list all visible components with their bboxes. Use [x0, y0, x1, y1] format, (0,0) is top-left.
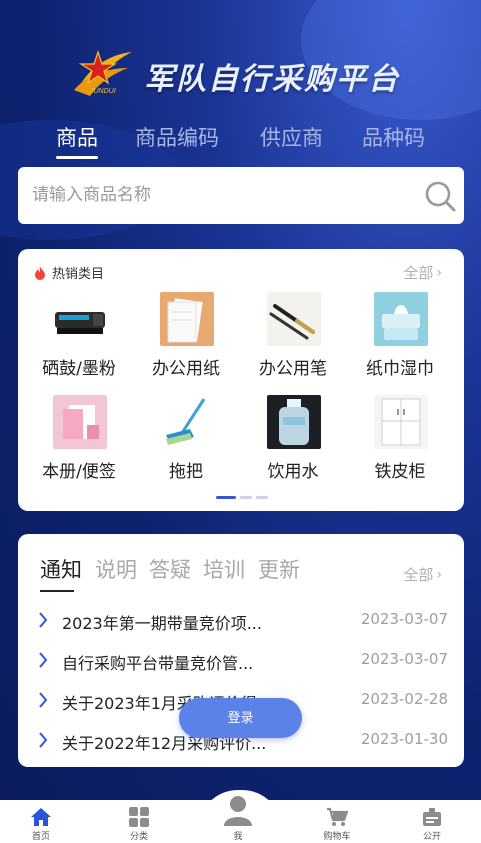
tab-variety-code[interactable]: 品种码: [362, 122, 425, 152]
bottom-nav: 首页 分类 我 购物车 公开: [0, 790, 481, 843]
grid-icon: [129, 807, 149, 827]
category-label: 拖把: [169, 462, 203, 482]
notice-tab-update[interactable]: 更新: [258, 554, 300, 584]
category-label: 硒鼓/墨粉: [42, 359, 116, 379]
notice-title: 2023年第一期带量竞价项...: [62, 614, 262, 633]
notice-date: 2023-03-07: [360, 650, 448, 668]
nav-item-public[interactable]: 公开: [397, 800, 467, 843]
nav-label: 购物车: [323, 832, 351, 842]
nav-item-home[interactable]: 首页: [6, 800, 76, 843]
toner-cartridge-icon: [53, 292, 107, 346]
category-paper[interactable]: 办公用纸: [133, 292, 239, 382]
mop-icon: [160, 395, 214, 449]
hot-categories-card: 热销类目 全部 › 硒鼓/墨粉 办公用纸 办公用笔 纸巾湿巾 本册/便签 拖把 …: [18, 249, 464, 511]
active-tab-underline: [56, 156, 98, 159]
carousel-indicator: [216, 496, 268, 499]
login-button[interactable]: 登录: [179, 698, 302, 738]
public-icon: [423, 808, 441, 826]
category-label: 办公用纸: [152, 359, 220, 379]
hot-categories-header: 热销类目: [34, 263, 104, 282]
chevron-right-icon: ›: [436, 264, 442, 281]
notice-tab-notice[interactable]: 通知: [40, 554, 82, 584]
army-star-logo-icon: JUNDUI: [74, 50, 132, 96]
chevron-right-icon: [39, 612, 48, 628]
category-tissue[interactable]: 纸巾湿巾: [347, 292, 453, 382]
nav-label: 首页: [31, 832, 50, 842]
all-label: 全部: [403, 264, 434, 282]
notice-date: 2023-03-07: [360, 610, 448, 628]
category-toner[interactable]: 硒鼓/墨粉: [26, 292, 132, 382]
carousel-dot-active: [216, 496, 236, 499]
nav-label: 公开: [422, 832, 441, 842]
nav-label: 我: [233, 832, 243, 842]
tab-goods-code[interactable]: 商品编码: [135, 122, 219, 152]
fire-icon: [35, 265, 45, 280]
notice-date: 2023-01-30: [360, 730, 448, 748]
nav-item-category[interactable]: 分类: [104, 800, 174, 843]
chevron-right-icon: [39, 652, 48, 668]
notice-item[interactable]: 自行采购平台带量竞价管... 2023-03-07: [38, 648, 448, 678]
search-bar: [18, 167, 464, 224]
category-label: 纸巾湿巾: [366, 359, 434, 379]
hot-categories-title: 热销类目: [52, 267, 105, 282]
category-label: 饮用水: [267, 462, 319, 482]
notice-item[interactable]: 2023年第一期带量竞价项... 2023-03-07: [38, 608, 448, 638]
header: JUNDUI 军队自行采购平台: [0, 40, 481, 110]
pen-icon: [267, 292, 321, 346]
search-type-tabs: 商品 商品编码 供应商 品种码: [0, 118, 481, 164]
notice-all-link[interactable]: 全部 ›: [403, 564, 442, 585]
water-bottle-icon: [267, 395, 321, 449]
search-icon[interactable]: [423, 179, 457, 213]
notice-title: 自行采购平台带量竞价管...: [62, 654, 254, 673]
notice-tab-explain[interactable]: 说明: [95, 554, 137, 584]
category-label: 办公用笔: [259, 359, 327, 379]
category-notebook[interactable]: 本册/便签: [26, 395, 132, 485]
chevron-right-icon: [39, 692, 48, 708]
category-water[interactable]: 饮用水: [240, 395, 346, 485]
home-icon: [31, 808, 51, 826]
notice-tab-training[interactable]: 培训: [203, 554, 245, 584]
app-title: 军队自行采购平台: [144, 62, 400, 97]
cart-icon: [327, 807, 348, 826]
nav-item-cart[interactable]: 购物车: [302, 800, 372, 843]
carousel-dot: [240, 496, 252, 499]
tab-supplier[interactable]: 供应商: [260, 122, 323, 152]
all-label: 全部: [403, 566, 434, 584]
notebook-icon: [53, 395, 107, 449]
category-label: 铁皮柜: [374, 462, 426, 482]
search-input[interactable]: [32, 177, 402, 213]
nav-label: 分类: [129, 832, 148, 842]
cabinet-icon: [374, 395, 428, 449]
chevron-right-icon: ›: [436, 566, 442, 583]
notice-tab-faq[interactable]: 答疑: [149, 554, 191, 584]
hot-all-link[interactable]: 全部 ›: [403, 262, 442, 283]
chevron-right-icon: [39, 732, 48, 748]
logo-text: JUNDUI: [89, 88, 116, 95]
category-cabinet[interactable]: 铁皮柜: [347, 395, 453, 485]
category-pen[interactable]: 办公用笔: [240, 292, 346, 382]
nav-item-me[interactable]: 我: [203, 796, 273, 843]
user-icon: [224, 796, 252, 826]
notice-tab-underline: [40, 590, 74, 592]
tab-goods[interactable]: 商品: [56, 122, 98, 152]
office-paper-icon: [160, 292, 214, 346]
category-mop[interactable]: 拖把: [133, 395, 239, 485]
category-label: 本册/便签: [42, 462, 116, 482]
notice-date: 2023-02-28: [360, 690, 448, 708]
tissue-icon: [374, 292, 428, 346]
carousel-dot: [256, 496, 268, 499]
